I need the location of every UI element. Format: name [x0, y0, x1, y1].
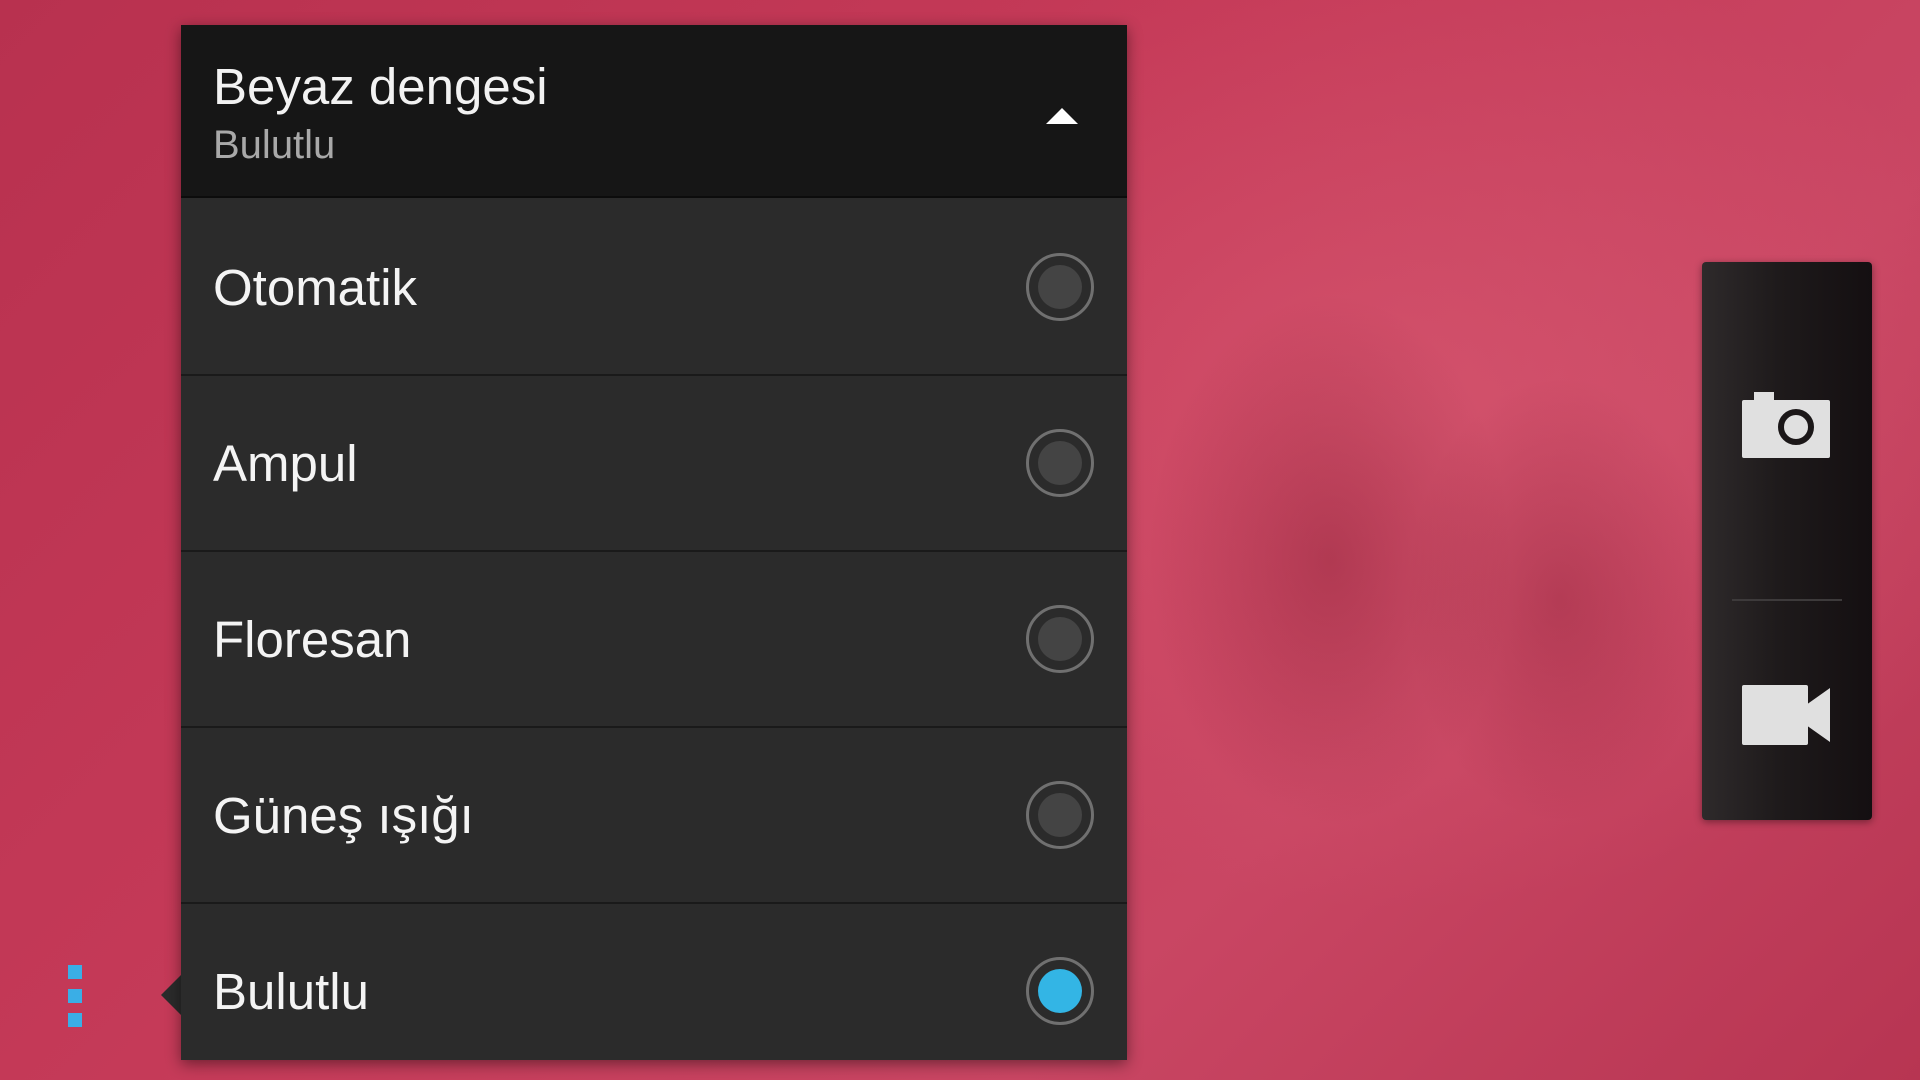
white-balance-panel: Beyaz dengesi Bulutlu Otomatik Ampul Flo…	[181, 25, 1127, 1060]
radio-button[interactable]	[1026, 253, 1094, 321]
radio-button-selected[interactable]	[1026, 957, 1094, 1025]
radio-button[interactable]	[1026, 429, 1094, 497]
white-balance-header[interactable]: Beyaz dengesi Bulutlu	[181, 25, 1127, 198]
option-otomatik[interactable]: Otomatik	[181, 200, 1127, 376]
radio-button[interactable]	[1026, 781, 1094, 849]
mode-divider	[1732, 599, 1842, 601]
option-label: Güneş ışığı	[213, 787, 474, 844]
radio-button[interactable]	[1026, 605, 1094, 673]
menu-dot	[68, 965, 82, 979]
option-floresan[interactable]: Floresan	[181, 552, 1127, 728]
option-label: Ampul	[213, 435, 358, 492]
menu-dot	[68, 989, 82, 1003]
option-gunes-isigi[interactable]: Güneş ışığı	[181, 728, 1127, 904]
mode-switcher	[1702, 262, 1872, 820]
option-ampul[interactable]: Ampul	[181, 376, 1127, 552]
menu-dots-icon[interactable]	[68, 965, 84, 1027]
camera-icon	[1742, 392, 1830, 458]
option-label: Bulutlu	[213, 963, 369, 1020]
menu-dot	[68, 1013, 82, 1027]
video-mode-button[interactable]	[1742, 680, 1832, 750]
option-bulutlu[interactable]: Bulutlu	[181, 904, 1127, 1060]
camera-mode-button[interactable]	[1742, 392, 1832, 462]
panel-title: Beyaz dengesi	[213, 58, 548, 115]
option-label: Otomatik	[213, 259, 418, 316]
panel-pointer	[161, 975, 181, 1015]
option-label: Floresan	[213, 611, 412, 668]
chevron-up-icon[interactable]	[1042, 100, 1082, 130]
panel-current-value: Bulutlu	[213, 123, 336, 167]
video-camera-icon	[1742, 685, 1830, 745]
